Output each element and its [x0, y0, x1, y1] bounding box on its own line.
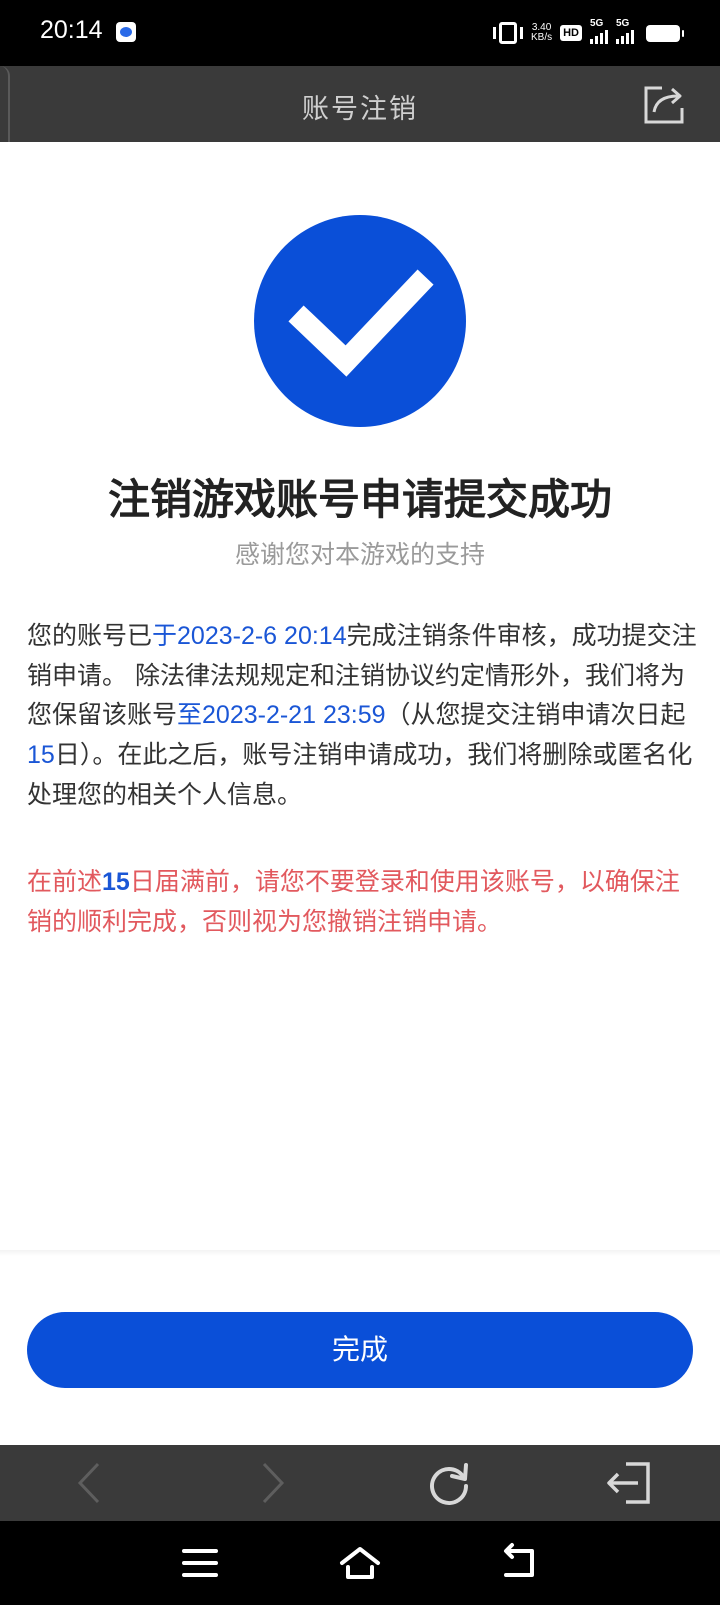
- info-text-1: 您的账号已: [27, 621, 153, 650]
- signal-label-2: 5G: [616, 18, 630, 29]
- signal-label-1: 5G: [590, 18, 604, 29]
- baidu-app-icon: [116, 22, 136, 42]
- home-icon: [340, 1547, 380, 1579]
- status-bar: 20:14 3.40 KB/s HD 5G 5G: [0, 0, 720, 66]
- share-button[interactable]: [642, 82, 688, 126]
- warning-text-1: 在前述: [27, 867, 103, 896]
- info-text-3: （从您提交注销申请次日起: [385, 700, 686, 729]
- exit-button[interactable]: [604, 1458, 654, 1508]
- back-button[interactable]: [66, 1458, 116, 1508]
- page-header: 账号注销: [0, 66, 720, 142]
- info-text-4: 日）。在此之后，账号注销申请成功，我们将删除或匿名化处理您的相关个人信息。: [27, 740, 693, 809]
- hd-icon: HD: [560, 25, 582, 41]
- warning-days: 15: [102, 868, 130, 896]
- share-icon: [644, 86, 684, 124]
- refresh-button[interactable]: [424, 1458, 474, 1508]
- success-title: 注销游戏账号申请提交成功: [107, 475, 612, 524]
- net-speed: 3.40 KB/s: [531, 23, 552, 43]
- return-icon: [504, 1543, 534, 1577]
- retention-date: 至2023-2-21 23:59: [177, 701, 386, 729]
- status-indicators: 3.40 KB/s HD 5G 5G: [492, 18, 684, 48]
- signal-icon-1: 5G: [590, 18, 608, 44]
- status-time: 20:14: [40, 16, 103, 44]
- browser-toolbar: [0, 1445, 720, 1521]
- page-title: 账号注销: [302, 94, 418, 125]
- net-speed-unit: KB/s: [530, 32, 553, 43]
- check-icon: [288, 269, 434, 377]
- menu-icon: [182, 1549, 218, 1577]
- forward-button[interactable]: [246, 1458, 296, 1508]
- cancellation-info: 您的账号已于2023-2-6 20:14完成注销条件审核，成功提交注销申请。 除…: [27, 616, 697, 814]
- menu-button[interactable]: [178, 1541, 222, 1585]
- divider: [0, 1250, 720, 1256]
- battery-icon: [646, 24, 684, 42]
- review-date: 于2023-2-6 20:14: [152, 622, 347, 650]
- system-navigation: [0, 1521, 720, 1605]
- back-arrow-icon: [77, 1462, 100, 1504]
- refresh-icon: [430, 1463, 468, 1505]
- cancellation-warning: 在前述15日届满前，请您不要登录和使用该账号，以确保注销的顺利完成，否则视为您撤…: [27, 862, 697, 941]
- vibrate-icon: [492, 22, 523, 44]
- success-subtitle: 感谢您对本游戏的支持: [234, 540, 485, 569]
- exit-icon: [607, 1462, 650, 1504]
- retention-days: 15: [27, 741, 55, 769]
- success-check-icon: [254, 215, 466, 427]
- home-button[interactable]: [338, 1541, 382, 1585]
- forward-arrow-icon: [262, 1462, 285, 1504]
- signal-icon-2: 5G: [616, 18, 634, 44]
- done-button[interactable]: 完成: [27, 1312, 693, 1388]
- return-button[interactable]: [498, 1541, 542, 1585]
